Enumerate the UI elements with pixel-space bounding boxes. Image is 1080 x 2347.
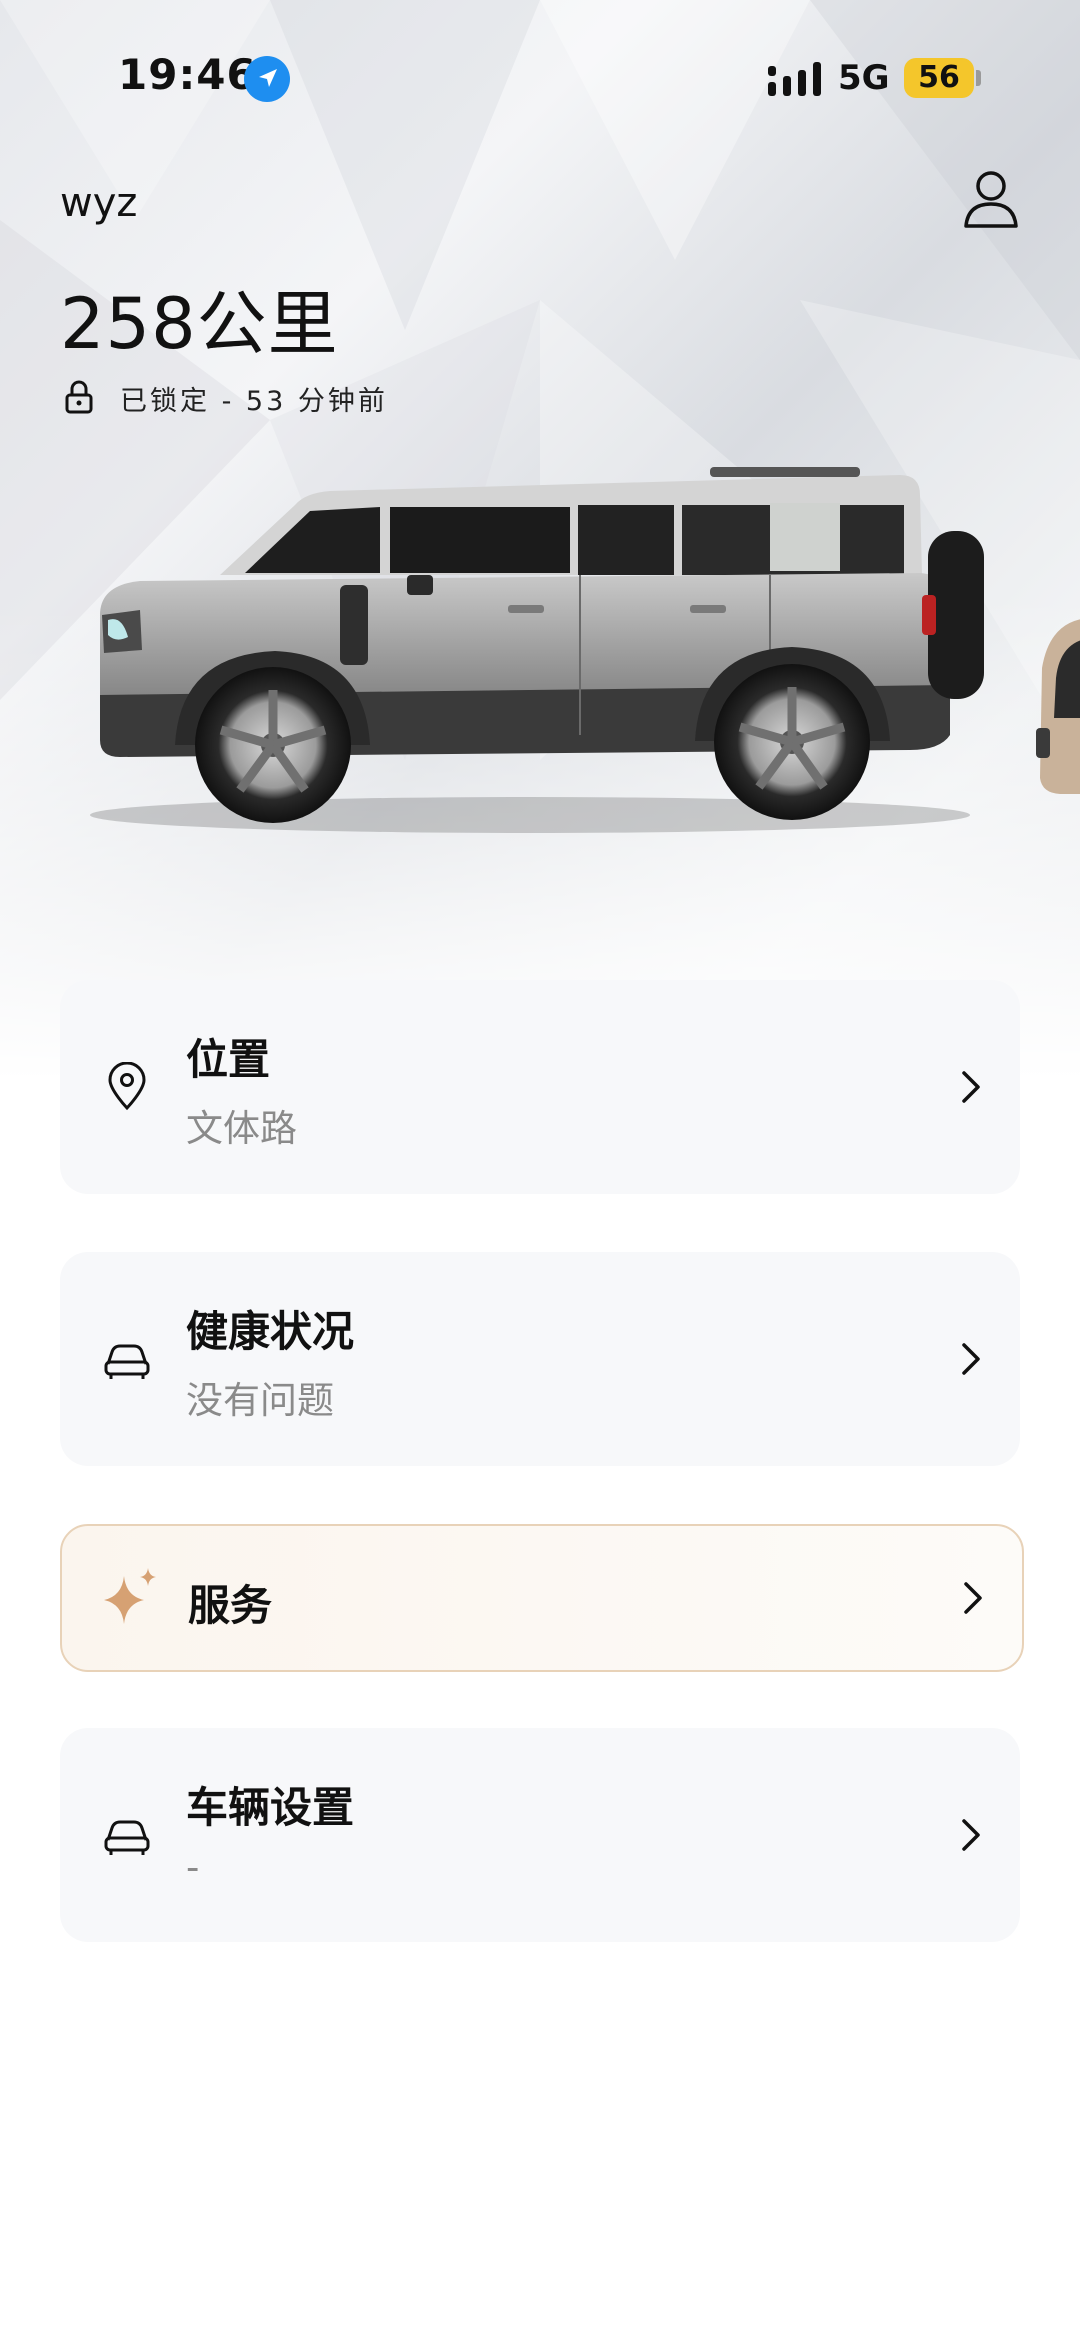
health-title: 健康状况: [186, 1307, 355, 1356]
lock-icon: [65, 380, 93, 414]
location-services-icon: [244, 56, 290, 102]
settings-subtitle: -: [186, 1846, 200, 1889]
service-card[interactable]: 服务: [60, 1524, 1024, 1672]
settings-title: 车辆设置: [186, 1783, 355, 1832]
car-icon: [104, 1820, 150, 1855]
health-status: 没有问题: [186, 1379, 334, 1422]
chevron-right-icon: [962, 1071, 980, 1103]
car-icon: [104, 1344, 150, 1379]
battery-level: 56: [904, 58, 974, 98]
health-status-card[interactable]: 健康状况 没有问题: [60, 1252, 1020, 1466]
range-remaining: 258公里: [60, 283, 339, 365]
network-type: 5G: [838, 58, 890, 98]
location-title: 位置: [186, 1035, 271, 1084]
service-title: 服务: [188, 1581, 273, 1630]
vehicle-name: wyz: [60, 180, 138, 226]
chevron-right-icon: [964, 1582, 982, 1614]
chevron-right-icon: [962, 1343, 980, 1375]
sparkle-icon: [104, 1568, 156, 1624]
vehicle-settings-card[interactable]: 车辆设置 -: [60, 1728, 1020, 1942]
status-time: 19:46: [118, 50, 257, 99]
chevron-right-icon: [962, 1819, 980, 1851]
vehicle-image[interactable]: [80, 445, 1000, 835]
location-pin-icon: [108, 1062, 146, 1111]
profile-icon[interactable]: [962, 168, 1020, 230]
next-vehicle-preview[interactable]: [1030, 608, 1080, 808]
location-address: 文体路: [186, 1107, 297, 1150]
cellular-signal-icon: [768, 62, 821, 96]
location-card[interactable]: 位置 文体路: [60, 980, 1020, 1194]
lock-status: 已锁定 - 53 分钟前: [120, 386, 388, 417]
battery-tip: [976, 70, 981, 86]
